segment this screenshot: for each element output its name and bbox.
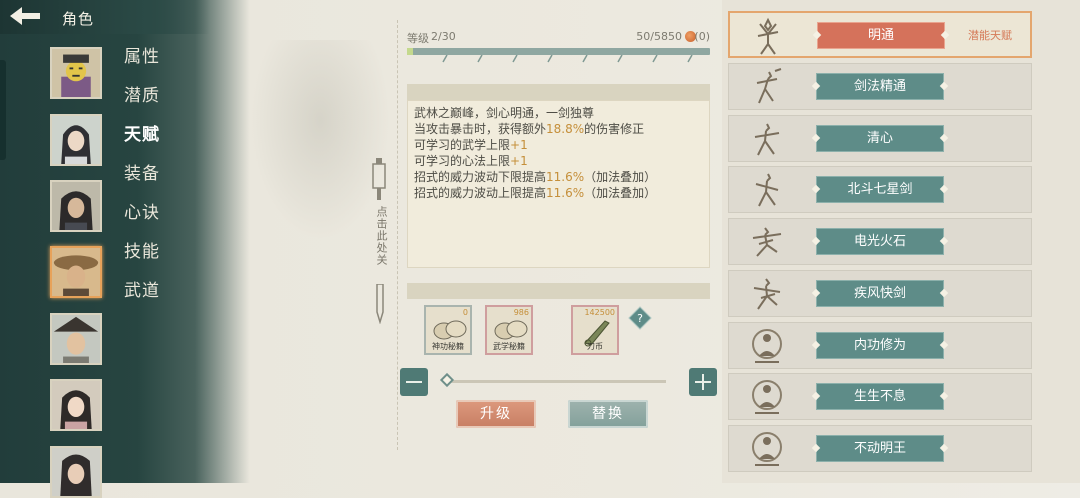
character-avatar[interactable] (50, 446, 102, 498)
level-label: 等级 (407, 32, 429, 45)
item-count: 986 (513, 308, 529, 317)
item-name: 刀币 (587, 342, 603, 351)
menu-item-attributes[interactable]: 属性 (124, 42, 160, 67)
upgrade-button[interactable]: 升级 (456, 400, 536, 428)
description-line: 招式的威力波动上限提高11.6%（加法叠加） (414, 186, 657, 200)
description-line: 当攻击暴击时，获得额外18.8%的伤害修正 (414, 122, 645, 136)
page-title: 角色 (62, 10, 95, 28)
menu-item-potential[interactable]: 潜质 (124, 81, 160, 106)
talent-name: 北斗七星剑 (816, 176, 944, 203)
character-avatar[interactable] (50, 114, 102, 166)
description-line: 可学习的武学上限+1 (414, 138, 528, 152)
item-name: 武学秘籍 (493, 342, 525, 351)
talent-name: 不动明王 (816, 435, 944, 462)
character-avatar[interactable] (50, 180, 102, 232)
item-count: 0 (462, 308, 468, 317)
replace-button[interactable]: 替换 (568, 400, 648, 428)
exp-ticks (442, 55, 693, 63)
decrease-button[interactable] (400, 368, 428, 396)
meditating-monk-icon (752, 432, 782, 466)
character-avatar[interactable] (50, 47, 102, 99)
talent-name: 明通 (817, 22, 945, 49)
fighter-figure-icon (752, 227, 782, 257)
ink-wash-decoration (250, 40, 390, 240)
character-avatar[interactable] (50, 313, 102, 365)
help-button[interactable]: ? (628, 306, 652, 330)
item-slot-martial-manual[interactable]: 986 武学秘籍 (485, 305, 533, 355)
character-portrait-icon (52, 248, 100, 296)
talent-name: 电光火石 (816, 228, 944, 255)
exp-progress-bar (407, 48, 710, 55)
pillar-icon (372, 158, 386, 200)
increase-button[interactable] (689, 368, 717, 396)
sword-icon (376, 284, 384, 324)
item-slot-divine-manual[interactable]: 0 神功秘籍 (424, 305, 472, 355)
menu-item-skills[interactable]: 技能 (124, 237, 160, 262)
talent-row[interactable]: 清心 (728, 115, 1032, 162)
description-line: 招式的威力波动下限提高11.6%（加法叠加） (414, 170, 657, 184)
quantity-slider-knob[interactable] (439, 372, 455, 388)
character-portrait-icon (52, 381, 100, 429)
character-portrait-icon (52, 182, 100, 230)
swordsman-figure-icon (754, 123, 780, 156)
fighter-figure-icon (753, 278, 781, 310)
description-line: 武林之巅峰，剑心明通，一剑独尊 (414, 106, 595, 120)
talent-row[interactable]: 疾风快剑 (728, 270, 1032, 317)
talent-row[interactable]: 不动明王 (728, 425, 1032, 472)
menu-item-martial-way[interactable]: 武道 (124, 276, 160, 301)
top-bar: 角色 (0, 0, 210, 34)
item-name: 神功秘籍 (432, 342, 464, 351)
character-portrait-icon (52, 448, 100, 496)
level-value: 2/30 (431, 30, 456, 43)
menu-item-talent[interactable]: 天赋 (124, 120, 160, 145)
character-portrait-icon (52, 116, 100, 164)
panel-divider (397, 20, 398, 450)
description-footer (407, 283, 710, 299)
menu-item-mind-art[interactable]: 心诀 (124, 198, 160, 223)
talent-name: 疾风快剑 (816, 280, 944, 307)
close-hint-text[interactable]: 点击此处关 (374, 206, 388, 266)
talent-row[interactable]: 剑法精通 (728, 63, 1032, 110)
talent-row[interactable]: 电光火石 (728, 218, 1032, 265)
talent-name: 生生不息 (816, 383, 944, 410)
talent-row[interactable]: 生生不息 (728, 373, 1032, 420)
coin-count: (0) (694, 30, 710, 43)
character-avatar-selected[interactable] (50, 246, 102, 298)
quantity-slider-track[interactable] (448, 380, 666, 383)
talent-name: 内功修为 (816, 332, 944, 359)
talent-tag: 潜能天赋 (968, 29, 1012, 42)
menu-item-equipment[interactable]: 装备 (124, 159, 160, 184)
scroll-bundle-icon (494, 320, 528, 340)
scroll-bundle-icon (433, 320, 467, 340)
talent-description: 武林之巅峰，剑心明通，一剑独尊 当攻击暴击时，获得额外18.8%的伤害修正 可学… (407, 100, 710, 268)
talent-name: 剑法精通 (816, 73, 944, 100)
talent-row[interactable]: 内功修为 (728, 322, 1032, 369)
item-count: 142500 (584, 308, 615, 317)
sidebar-edge-handle[interactable] (0, 60, 6, 160)
item-slot-coin[interactable]: 142500 刀币 (571, 305, 619, 355)
talent-row[interactable]: 北斗七星剑 (728, 166, 1032, 213)
help-label: ? (637, 312, 643, 325)
character-portrait-icon (52, 315, 100, 363)
character-portrait-icon (52, 49, 100, 97)
swordsman-figure-icon (756, 68, 782, 104)
character-avatar[interactable] (50, 379, 102, 431)
description-header (407, 84, 710, 100)
talent-row-selected[interactable]: 明通 潜能天赋 (728, 11, 1032, 58)
warrior-figure-icon (757, 17, 779, 55)
back-button[interactable] (6, 4, 44, 28)
exp-value: 50/5850 (636, 30, 682, 43)
swordsman-figure-icon (755, 173, 779, 207)
talent-name: 清心 (816, 125, 944, 152)
back-arrow-icon (10, 7, 40, 25)
exp-progress-fill (407, 48, 413, 55)
meditating-monk-icon (752, 329, 782, 363)
meditating-monk-icon (752, 380, 782, 414)
description-line: 可学习的心法上限+1 (414, 154, 528, 168)
